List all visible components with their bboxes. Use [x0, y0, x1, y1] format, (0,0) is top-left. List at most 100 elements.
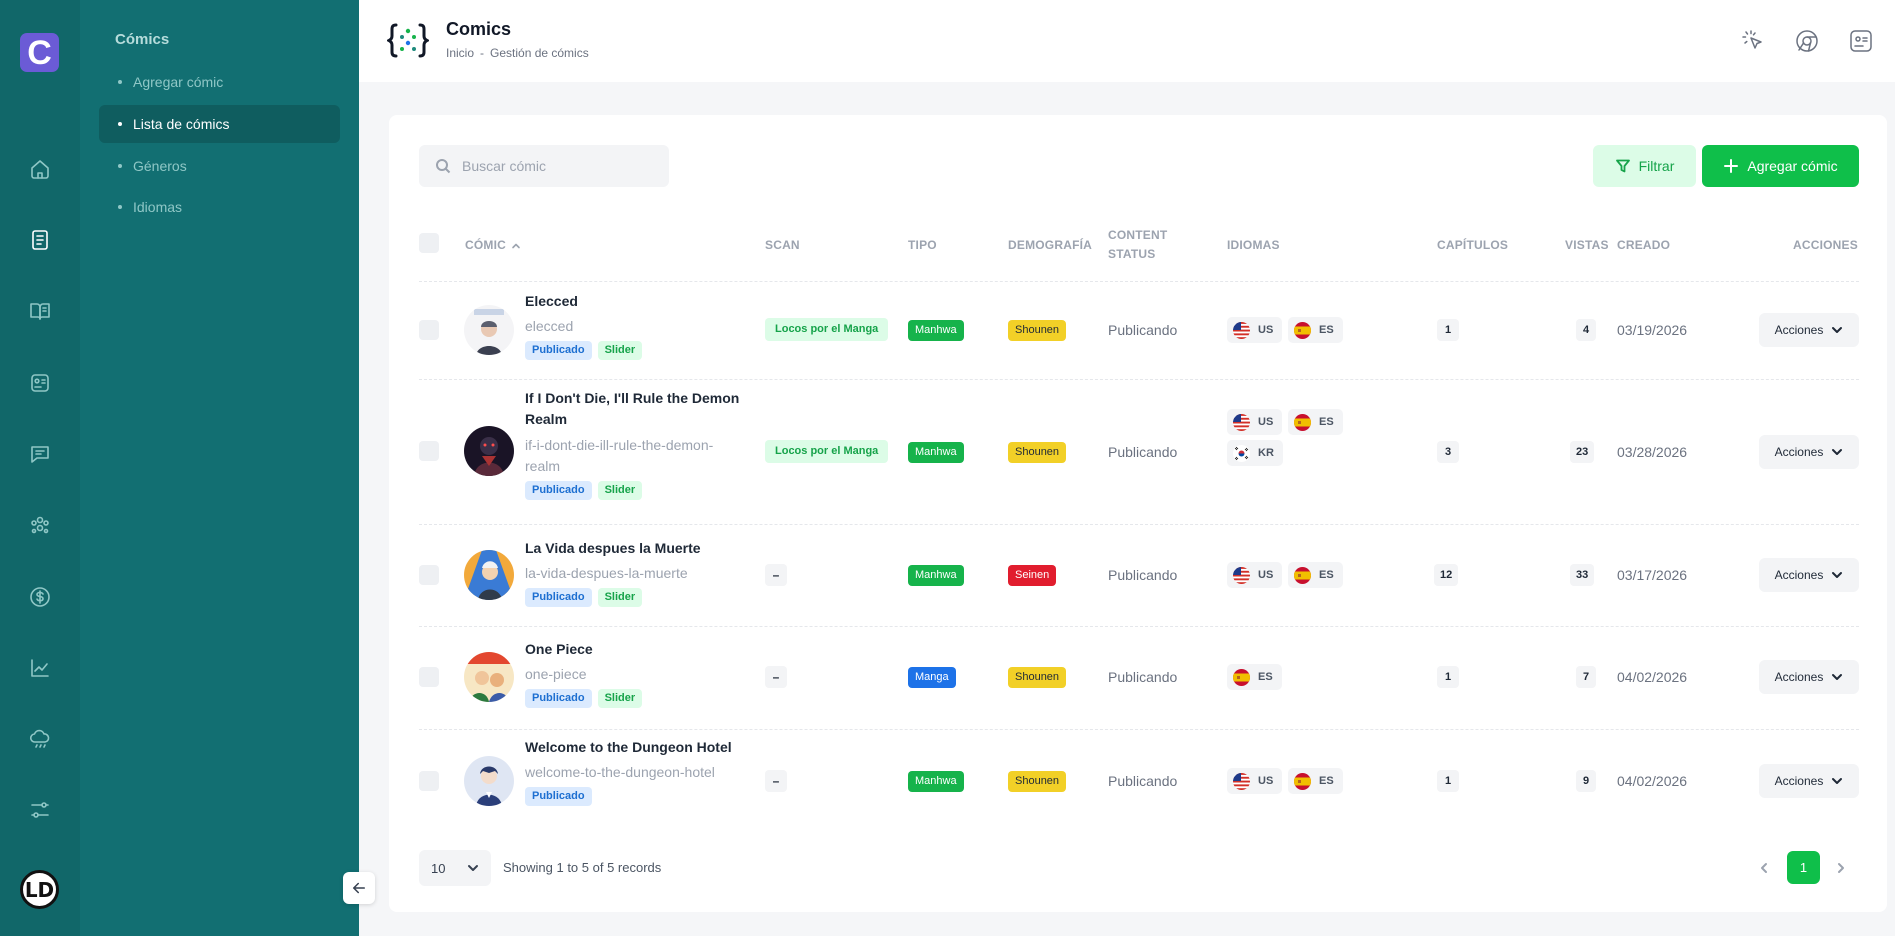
col-header-demografia[interactable]: Demografía [1008, 236, 1092, 255]
language-code: US [1258, 775, 1274, 787]
rail-users[interactable] [26, 511, 54, 539]
comic-cover-thumbnail[interactable] [464, 550, 514, 600]
page-header: Comics Inicio - Gestión de cómics [359, 0, 1895, 82]
rail-cloud[interactable] [26, 725, 54, 753]
col-header-vistas[interactable]: Vistas [1565, 236, 1609, 255]
col-header-scan[interactable]: Scan [765, 236, 800, 255]
comic-cover-thumbnail[interactable] [464, 652, 514, 702]
breadcrumb-current: Gestión de cómics [490, 46, 589, 60]
table-row: Welcome to the Dungeon Hotel welcome-to-… [389, 729, 1887, 824]
breadcrumb-home[interactable]: Inicio [446, 46, 474, 60]
filter-button[interactable]: Filtrar [1593, 145, 1696, 187]
user-avatar[interactable]: LD [20, 870, 59, 909]
tipo-badge: Manhwa [908, 320, 964, 341]
chapters-count: 1 [1437, 666, 1459, 688]
chevron-down-icon [1832, 327, 1843, 333]
row-checkbox[interactable] [419, 667, 439, 687]
chevron-right-icon [1838, 863, 1844, 873]
page-size-select[interactable]: 10 [419, 850, 491, 886]
row-checkbox[interactable] [419, 320, 439, 340]
content-status: Publicando [1108, 669, 1178, 685]
rail-messages[interactable] [26, 440, 54, 468]
rail-books[interactable] [26, 297, 54, 325]
rail-profiles[interactable] [26, 369, 54, 397]
search-input[interactable] [419, 145, 669, 187]
rail-home[interactable] [26, 155, 54, 183]
col-header-comic-label: Cómic [465, 238, 506, 252]
collapse-sidebar-button[interactable] [343, 872, 375, 904]
comic-title[interactable]: Welcome to the Dungeon Hotel [525, 737, 765, 758]
comic-slug: la-vida-despues-la-muerte [525, 565, 688, 581]
language-code: ES [1319, 569, 1334, 581]
rail-analytics[interactable] [26, 654, 54, 682]
col-header-tipo[interactable]: Tipo [908, 236, 937, 255]
actions-dropdown[interactable]: Acciones [1759, 558, 1859, 592]
add-comic-button[interactable]: Agregar cómic [1702, 145, 1859, 187]
select-all-checkbox[interactable] [419, 233, 439, 253]
col-header-creado[interactable]: Creado [1617, 236, 1670, 255]
scan-empty: – [765, 770, 787, 792]
subnav-item-idiomas[interactable]: Idiomas [99, 188, 340, 226]
header-profile-button[interactable] [1848, 28, 1874, 54]
actions-dropdown-label: Acciones [1774, 670, 1824, 684]
pagination-page-1[interactable]: 1 [1787, 851, 1820, 884]
comic-tags: Publicado Slider [525, 588, 643, 607]
pagination-next-button[interactable] [1829, 856, 1853, 880]
actions-dropdown[interactable]: Acciones [1759, 435, 1859, 469]
rail-settings[interactable] [26, 796, 54, 824]
us-flag-icon [1233, 566, 1250, 584]
comic-title[interactable]: Elecced [525, 291, 745, 312]
col-header-idiomas[interactable]: Idiomas [1227, 236, 1280, 255]
actions-dropdown[interactable]: Acciones [1759, 313, 1859, 347]
chevron-down-icon [468, 865, 479, 871]
rail-comics[interactable] [26, 226, 54, 254]
subnav-item-agregar-comic[interactable]: Agregar cómic [99, 63, 340, 101]
tipo-badge: Manga [908, 667, 956, 688]
comic-cover-image [464, 550, 514, 600]
content-status: Publicando [1108, 444, 1178, 460]
col-header-content-status[interactable]: Content Status [1108, 226, 1188, 264]
actions-dropdown[interactable]: Acciones [1759, 764, 1859, 798]
language-chip: US [1227, 768, 1283, 794]
comic-cover-thumbnail[interactable] [464, 756, 514, 806]
app-logo[interactable]: C [20, 33, 59, 72]
language-chip: ES [1288, 317, 1343, 343]
header-cursor-button[interactable] [1740, 28, 1766, 54]
comic-cover-image [464, 756, 514, 806]
comic-tags: Publicado Slider [525, 481, 643, 500]
comic-cover-image [464, 652, 514, 702]
comic-cover-thumbnail[interactable] [464, 305, 514, 355]
es-flag-icon [1294, 321, 1311, 339]
comic-title[interactable]: One Piece [525, 639, 745, 660]
brand-braces-icon [387, 23, 429, 58]
kr-flag-icon [1233, 444, 1250, 462]
row-checkbox[interactable] [419, 441, 439, 461]
sub-sidebar: Cómics Agregar cómic Lista de cómics Gén… [80, 0, 359, 936]
subnav-item-lista-de-comics[interactable]: Lista de cómics [99, 105, 340, 143]
header-browser-button[interactable] [1794, 28, 1820, 54]
comic-tags: Publicado Slider [525, 341, 643, 360]
comic-slug: if-i-dont-die-ill-rule-the-demon-realm [525, 437, 714, 474]
cursor-click-icon [1742, 30, 1762, 49]
scan-empty: – [765, 666, 787, 688]
comic-title[interactable]: If I Don't Die, I'll Rule the Demon Real… [525, 388, 745, 430]
page-title: Comics [446, 19, 512, 39]
actions-dropdown[interactable]: Acciones [1759, 660, 1859, 694]
us-flag-icon [1233, 772, 1250, 790]
rail-payments[interactable] [26, 583, 54, 611]
language-code: ES [1319, 416, 1334, 428]
language-code: ES [1319, 324, 1334, 336]
col-header-capitulos[interactable]: Capítulos [1437, 236, 1508, 255]
comic-cover-thumbnail[interactable] [464, 426, 514, 476]
row-checkbox[interactable] [419, 771, 439, 791]
comic-title[interactable]: La Vida despues la Muerte [525, 538, 745, 559]
tag-slider: Slider [597, 341, 643, 360]
chart-line-icon [31, 659, 49, 677]
pagination-prev-button[interactable] [1752, 856, 1776, 880]
col-header-comic[interactable]: Cómic [465, 236, 521, 255]
row-checkbox[interactable] [419, 565, 439, 585]
chevron-down-icon [1832, 572, 1843, 578]
language-chip: US [1227, 409, 1283, 435]
comic-slug: elecced [525, 318, 574, 334]
subnav-item-generos[interactable]: Géneros [99, 147, 340, 185]
